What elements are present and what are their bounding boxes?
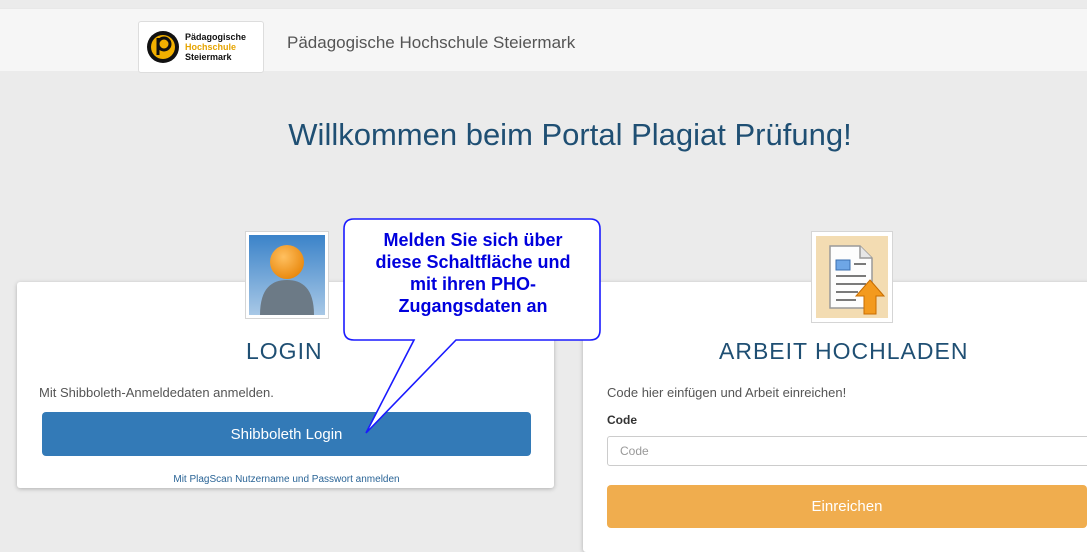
- callout-text: Melden Sie sich über diese Schaltfläche …: [346, 229, 600, 317]
- callout-line-4: Zugangsdaten an: [398, 296, 548, 316]
- callout-line-3: mit ihren PHO-: [409, 274, 536, 294]
- callout-line-2: diese Schaltfläche und: [375, 252, 571, 272]
- callout-line-1: Melden Sie sich über: [383, 230, 563, 250]
